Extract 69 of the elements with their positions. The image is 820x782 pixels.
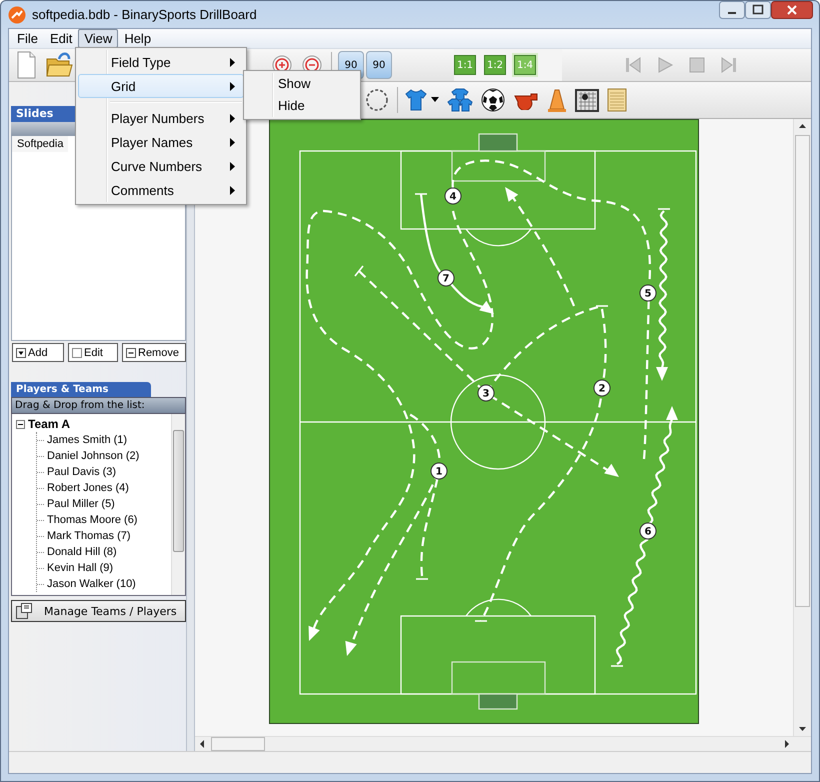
player-name[interactable]: Jason Walker (10) [47, 578, 136, 590]
app-logo-icon [8, 6, 26, 24]
dropdown-box-icon [16, 348, 26, 358]
windows-icon [16, 603, 32, 619]
panel-tab[interactable]: Players & Teams [11, 382, 151, 397]
square-icon [72, 348, 82, 358]
minimize-icon[interactable] [719, 1, 745, 19]
submenu-arrow-icon [230, 58, 235, 66]
minus-box-icon [126, 348, 136, 358]
submenu-arrow-icon [230, 186, 235, 194]
goal-net-icon[interactable] [575, 88, 599, 112]
open-folder-icon[interactable] [45, 51, 73, 79]
menu-entry[interactable]: Hide [246, 95, 358, 117]
player-marker: 2 [594, 380, 610, 396]
player-name[interactable]: Daniel Johnson (2) [47, 450, 140, 462]
menu-item[interactable]: View [78, 29, 118, 48]
hint-bar: Drag & Drop from the list: [11, 397, 186, 414]
player-name[interactable]: Donald Hill (8) [47, 546, 117, 558]
player-name[interactable]: Robert Jones (4) [47, 482, 129, 494]
shirt-icon[interactable] [404, 88, 428, 112]
team-shirts-icon[interactable] [447, 88, 473, 112]
menu-item[interactable]: Edit [44, 29, 78, 48]
player-marker: 1 [430, 462, 448, 480]
manage-teams-button[interactable]: Manage Teams / Players [11, 600, 186, 622]
new-document-icon[interactable] [15, 51, 37, 79]
player-name[interactable]: Thomas Moore (6) [47, 514, 138, 526]
scroll-thumb[interactable] [173, 430, 184, 552]
player-marker: 3 [478, 384, 494, 402]
submenu-arrow-icon [230, 138, 235, 146]
slide-item[interactable]: Softpedia [12, 136, 68, 152]
menu-entry[interactable]: Grid [78, 74, 244, 98]
notepad-icon[interactable] [607, 88, 627, 112]
rotate-right-button[interactable]: 90 [366, 51, 392, 79]
horizontal-scrollbar[interactable] [195, 736, 811, 751]
arrowhead [345, 640, 357, 656]
traffic-cone-icon[interactable] [547, 88, 567, 112]
player-name[interactable]: Paul Miller (5) [47, 498, 115, 510]
menu-entry[interactable]: Comments [78, 178, 244, 202]
player-marker: 7 [438, 270, 454, 286]
player-name[interactable]: James Smith (1) [47, 434, 128, 446]
close-icon[interactable] [771, 1, 813, 19]
submenu-arrow-icon [230, 162, 235, 170]
menu-entry[interactable]: Field Type [78, 50, 244, 74]
player-name[interactable]: Paul Davis (3) [47, 466, 116, 478]
caret-icon[interactable] [431, 97, 439, 103]
player-marker: 5 [640, 284, 656, 302]
player-name[interactable]: Mark Thomas (7) [47, 530, 131, 542]
menu-entry[interactable]: Player Names [78, 130, 244, 154]
menu-item[interactable]: Help [118, 29, 158, 48]
scroll-thumb[interactable] [795, 135, 810, 607]
player-marker: 6 [640, 522, 656, 540]
soccer-ball-icon[interactable] [481, 88, 505, 112]
player-marker: 4 [444, 188, 462, 204]
remove-button[interactable]: Remove [122, 343, 186, 362]
edit-button[interactable]: Edit [68, 343, 118, 362]
team-name[interactable]: Team A [28, 417, 70, 431]
vertical-scrollbar[interactable] [793, 119, 811, 736]
submenu-arrow-icon [230, 82, 235, 90]
menu-entry[interactable]: Curve Numbers [78, 154, 244, 178]
scrollbar[interactable] [171, 414, 185, 595]
maximize-icon[interactable] [745, 1, 771, 19]
scroll-thumb[interactable] [211, 737, 265, 751]
collapse-icon[interactable] [16, 420, 25, 428]
window-title: softpedia.bdb - BinarySports DrillBoard [32, 7, 257, 22]
add-button[interactable]: Add [12, 343, 64, 362]
dashed-circle-icon[interactable] [365, 88, 389, 112]
player-name[interactable]: Kevin Hall (9) [47, 562, 114, 574]
submenu-arrow-icon [230, 114, 235, 122]
menu-item[interactable]: File [11, 29, 44, 48]
